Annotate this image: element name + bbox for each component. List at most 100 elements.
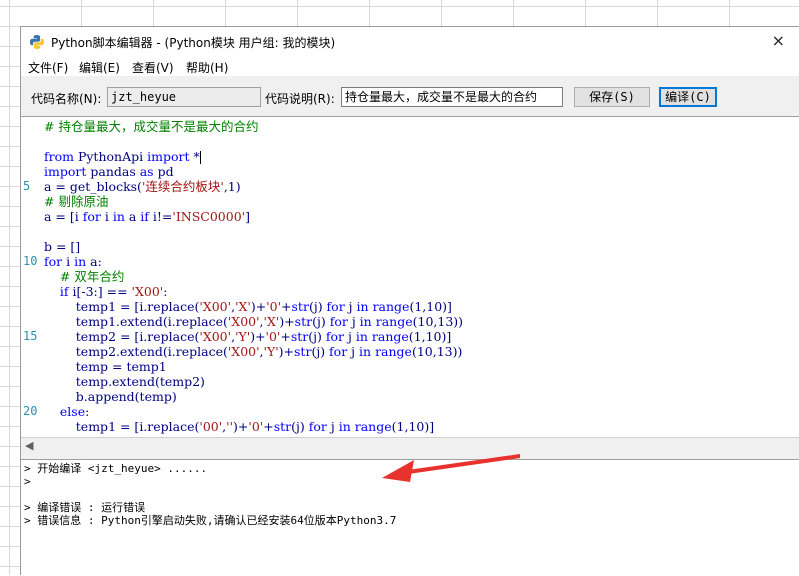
code-token: range [354,419,392,434]
code-line: a = get_blocks('连续合约板块',1) [44,179,241,194]
code-token: )+ [279,314,295,329]
code-line: if i[-3:] == 'X00': [44,284,168,299]
line-number: 20 [23,404,38,418]
code-editor[interactable]: 5 10 15 20 # 持仓量最大，成交量不是最大的合约 from PythonApi… [21,116,799,437]
code-token: for [329,314,348,329]
code-line: # 持仓量最大，成交量不是最大的合约 [44,119,258,134]
code-token: '' [226,419,234,434]
code-token: 'Y' [235,329,251,344]
code-token: (j) [291,419,309,434]
code-token: from [44,149,74,164]
code-token: i!= [148,209,173,224]
code-token: )+ [278,344,295,359]
save-button[interactable]: 保存(S) [574,87,650,107]
line-number: 5 [23,179,31,193]
code-token: temp.extend(temp2) [44,374,205,389]
code-line: # 双年合约 [44,269,124,284]
code-token: 'INSC0000' [172,209,246,224]
code-token: for [325,329,345,344]
code-token: in [359,344,372,359]
code-token: for [326,299,345,314]
code-token: j [344,299,357,314]
code-token: + [280,329,291,344]
menu-edit[interactable]: 编辑(E) [79,59,120,76]
code-line: temp1 = [i.replace('00','')+'0'+str(j) f… [44,419,434,434]
code-token: )+ [233,419,249,434]
code-token: pd [153,164,174,179]
code-token: 'X00' [199,299,232,314]
code-token: PythonApi [73,149,148,164]
code-token: 'Y' [263,344,279,359]
code-desc-label: 代码说明(R): [265,92,335,106]
output-line: > 错误信息 : Python引擎启动失败,请确认已经安装64位版本Python… [24,514,397,527]
code-token: j [347,344,360,359]
code-token: j [344,329,356,344]
code-line: a = [i for i in a if i!='INSC0000'] [44,209,250,224]
code-token: a [124,209,141,224]
code-line: temp = temp1 [44,359,167,374]
menu-file[interactable]: 文件(F) [28,59,68,76]
code-token: j [326,419,339,434]
code-token: temp1 = [i.replace( [44,419,200,434]
code-token: j [347,314,360,329]
code-token: else [59,404,86,419]
code-token: temp1 = [i.replace( [44,299,200,314]
code-token: i [100,209,113,224]
code-token: pandas [86,164,140,179]
code-token: # 双年合约 [44,269,125,284]
code-token: str [291,299,309,314]
code-token: import [44,164,87,179]
code-token: range [375,314,413,329]
menu-help[interactable]: 帮助(H) [186,59,228,76]
code-token: (10,13)) [412,314,464,329]
code-token: b.append(temp) [44,389,177,404]
code-token: (j) [308,329,326,344]
python-logo-icon [30,35,44,49]
code-line: temp1 = [i.replace('X00','X')+'0'+str(j)… [44,299,452,314]
code-name-field[interactable]: jzt_heyue [107,87,261,107]
code-token: for [308,419,327,434]
code-name-label: 代码名称(N): [31,92,102,106]
code-token: ] [245,209,250,224]
python-editor-window: Python脚本编辑器 - (Python模块 用户组: 我的模块) × 文件(… [20,26,799,576]
code-line: temp1.extend(i.replace('X00','X')+str(j)… [44,314,463,329]
code-token: range [375,344,412,359]
code-line: temp.extend(temp2) [44,374,205,389]
close-icon[interactable]: × [772,31,785,51]
menu-view[interactable]: 查看(V) [132,59,174,76]
code-token: : [163,284,168,299]
code-token: # 持仓量最大，成交量不是最大的合约 [44,119,259,134]
code-line: import pandas as pd [44,164,174,179]
code-token: in [356,299,369,314]
code-line: temp2.extend(i.replace('X00','Y')+str(j)… [44,344,463,359]
code-token: 'X00' [227,344,260,359]
code-token: '00' [199,419,223,434]
code-token: b = [] [44,239,81,254]
code-token: '0' [265,329,281,344]
code-line: else: [44,404,89,419]
code-token: (j) [312,314,330,329]
code-token: in [74,254,87,269]
code-token: import [147,149,190,164]
scroll-left-icon[interactable]: ◀ [25,439,33,452]
output-line: > [24,475,31,488]
code-token: '连续合约板块' [141,179,224,194]
compile-button[interactable]: 编译(C) [659,87,717,107]
title-bar: Python脚本编辑器 - (Python模块 用户组: 我的模块) × [21,27,799,56]
code-token: in [338,419,351,434]
code-token: (1,10)] [409,299,452,314]
code-token: for [82,209,101,224]
arrow-shaft [406,454,520,474]
text-cursor [199,151,201,164]
arrow-head [382,460,414,482]
red-arrow-annotation [382,454,520,482]
code-line: from PythonApi import * [44,149,201,164]
code-line: b = [] [44,239,80,254]
code-desc-field[interactable]: 持仓量最大，成交量不是最大的合约 [341,87,563,107]
code-token: range [372,299,410,314]
code-token: in [359,314,372,329]
code-token: temp2.extend(i.replace( [44,344,228,359]
code-token: i [62,254,75,269]
